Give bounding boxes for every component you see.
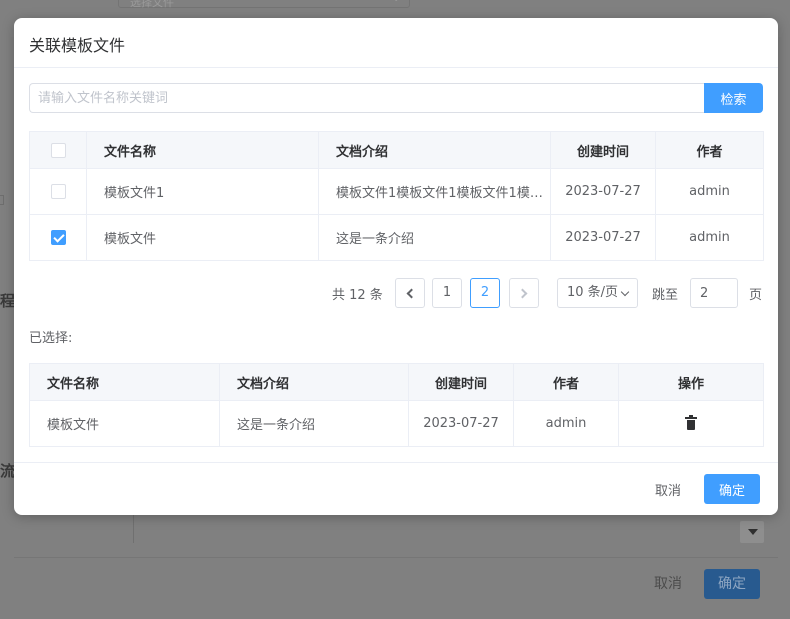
dialog-footer-divider — [14, 462, 778, 463]
file-table: 文件名称 文档介绍 创建时间 作者 模板文件1 模板文件1模板文件1模板文件1模… — [29, 131, 764, 261]
actions-cell — [618, 400, 764, 447]
table-row[interactable]: 模板文件1 模板文件1模板文件1模板文件1模板文件1 2023-07-27 ad… — [29, 168, 764, 215]
bg-form-label: 流 — [0, 462, 16, 480]
table-row[interactable]: 模板文件 这是一条介绍 2023-07-27 admin — [29, 214, 764, 261]
file-name-cell: 模板文件 — [86, 214, 319, 261]
next-page-button[interactable] — [509, 278, 539, 308]
column-header-actions: 操作 — [618, 363, 764, 401]
bg-caret-down-icon — [748, 529, 758, 535]
created-time-cell: 2023-07-27 — [550, 214, 656, 261]
trash-icon[interactable] — [685, 415, 697, 430]
cancel-button[interactable]: 取消 — [644, 474, 692, 504]
author-cell: admin — [513, 400, 619, 447]
pagination-total: 共 12 条 — [332, 288, 383, 303]
search-button[interactable]: 检索 — [704, 83, 763, 113]
search-input[interactable] — [29, 83, 705, 113]
file-intro-cell: 这是一条介绍 — [219, 400, 409, 447]
bg-confirm-button: 确定 — [704, 569, 760, 599]
file-intro-cell: 模板文件1模板文件1模板文件1模板文件1 — [318, 168, 551, 215]
select-all-checkbox[interactable] — [50, 142, 66, 158]
chevron-down-icon — [620, 287, 630, 297]
author-cell: admin — [655, 214, 764, 261]
selected-label: 已选择: — [29, 331, 73, 346]
created-time-cell: 2023-07-27 — [408, 400, 514, 447]
column-header-name: 文件名称 — [86, 131, 319, 169]
link-template-dialog: 关联模板文件 检索 文件名称 文档介绍 创建时间 作者 模板文件1 模板文件1模… — [14, 18, 778, 515]
dialog-header-divider — [14, 67, 778, 68]
column-header-intro: 文档介绍 — [318, 131, 551, 169]
page-size-value: 10 条/页 — [567, 285, 619, 300]
column-header-name: 文件名称 — [29, 363, 220, 401]
created-time-cell: 2023-07-27 — [550, 168, 656, 215]
bg-file-select-text: 选择文件 — [130, 0, 174, 9]
goto-page-input[interactable] — [690, 278, 738, 308]
bg-form-label: 程 — [0, 292, 16, 310]
bg-footer-divider — [14, 557, 778, 558]
file-intro-cell: 这是一条介绍 — [318, 214, 551, 261]
chevron-right-icon — [517, 288, 528, 299]
table-header-row: 文件名称 文档介绍 创建时间 作者 — [29, 131, 764, 169]
column-header-created: 创建时间 — [550, 131, 656, 169]
table-row: 模板文件 这是一条介绍 2023-07-27 admin — [29, 400, 764, 447]
goto-suffix: 页 — [749, 288, 763, 303]
bg-edge-mark — [0, 195, 4, 205]
bg-divider-vertical — [133, 515, 134, 543]
bg-cancel-button: 取消 — [654, 576, 682, 592]
selected-header-row: 文件名称 文档介绍 创建时间 作者 操作 — [29, 363, 764, 401]
column-header-author: 作者 — [513, 363, 619, 401]
column-header-intro: 文档介绍 — [219, 363, 409, 401]
column-header-author: 作者 — [655, 131, 764, 169]
row-select-cell — [29, 214, 87, 261]
column-header-created: 创建时间 — [408, 363, 514, 401]
select-all-cell — [29, 131, 87, 169]
row-checkbox-checked[interactable] — [50, 230, 66, 245]
dialog-title: 关联模板文件 — [29, 36, 126, 55]
bg-chevron-down-icon: ⌄ — [392, 0, 400, 4]
selected-table: 文件名称 文档介绍 创建时间 作者 操作 模板文件 这是一条介绍 2023-07… — [29, 363, 764, 447]
author-cell: admin — [655, 168, 764, 215]
page-button-1[interactable]: 1 — [432, 278, 462, 308]
row-checkbox[interactable] — [50, 184, 66, 199]
file-name-cell: 模板文件1 — [86, 168, 319, 215]
confirm-button[interactable]: 确定 — [704, 474, 760, 504]
goto-label: 跳至 — [652, 288, 679, 303]
file-name-cell: 模板文件 — [29, 400, 220, 447]
chevron-left-icon — [406, 288, 417, 299]
page-size-select[interactable]: 10 条/页 — [557, 278, 638, 308]
page-button-2[interactable]: 2 — [470, 278, 500, 308]
prev-page-button[interactable] — [395, 278, 425, 308]
row-select-cell — [29, 168, 87, 215]
